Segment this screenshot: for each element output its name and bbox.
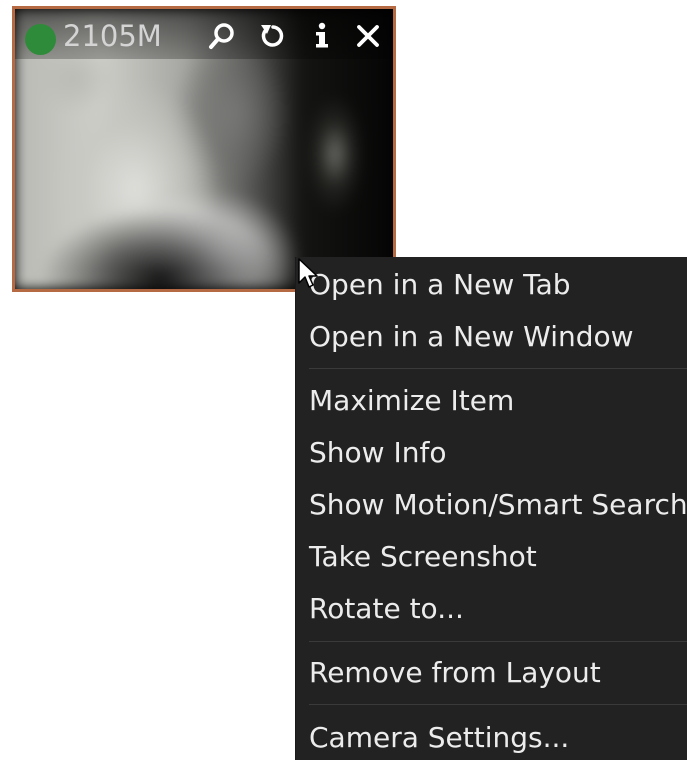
close-button[interactable] (351, 19, 385, 53)
rotate-button[interactable] (255, 19, 289, 53)
menu-item-camera-settings[interactable]: Camera Settings... (296, 712, 687, 760)
info-icon (316, 22, 328, 48)
menu-item-open-new-tab[interactable]: Open in a New Tab (296, 259, 687, 311)
screen: 2105M Open in a New Tab Open in a New Wi… (0, 0, 687, 760)
bitrate-label: 2105M (63, 19, 162, 53)
menu-separator (309, 641, 687, 642)
menu-item-maximize-item[interactable]: Maximize Item (296, 375, 687, 427)
context-menu: Open in a New Tab Open in a New Window M… (296, 257, 687, 760)
menu-item-show-info[interactable]: Show Info (296, 427, 687, 479)
menu-separator (309, 704, 687, 705)
menu-item-take-screenshot[interactable]: Take Screenshot (296, 531, 687, 583)
zoom-button[interactable] (205, 19, 239, 53)
menu-item-rotate-to[interactable]: Rotate to... (296, 583, 687, 635)
menu-separator (309, 368, 687, 369)
menu-item-open-new-window[interactable]: Open in a New Window (296, 311, 687, 363)
menu-item-show-motion-search[interactable]: Show Motion/Smart Search (296, 479, 687, 531)
search-icon (209, 23, 234, 49)
rotate-icon (261, 25, 284, 47)
close-icon (357, 25, 379, 47)
camera-tile[interactable]: 2105M (12, 6, 396, 292)
info-button[interactable] (305, 19, 339, 53)
status-indicator (25, 24, 56, 55)
menu-item-remove-from-layout[interactable]: Remove from Layout (296, 647, 687, 699)
